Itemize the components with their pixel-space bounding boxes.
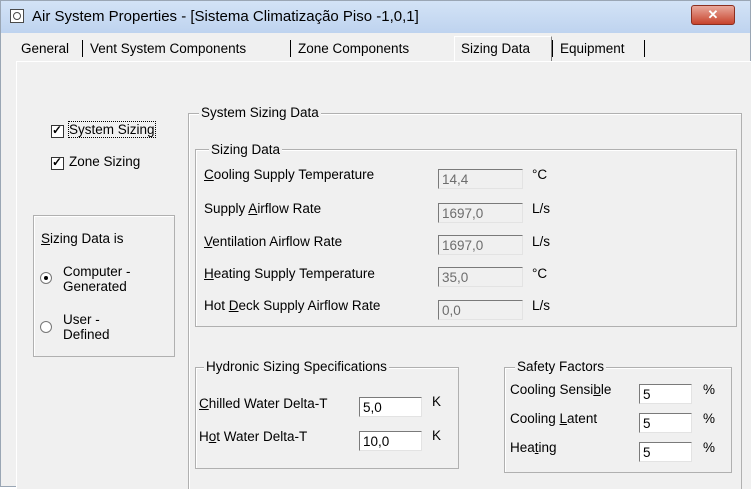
tab-equipment[interactable]: Equipment xyxy=(560,41,625,56)
sizing-data-title: Sizing Data xyxy=(209,142,283,157)
cooling-supply-temp-label: Cooling Supply Temperature xyxy=(204,167,375,182)
ventilation-airflow-rate-field[interactable]: 1697,0 xyxy=(438,235,523,255)
tab-separator xyxy=(290,40,291,57)
cooling-supply-temp-field[interactable]: 14,4 xyxy=(438,169,523,189)
system-sizing-label[interactable]: System Sizing xyxy=(68,121,156,138)
chilled-water-delta-t-label: Chilled Water Delta-T xyxy=(199,396,328,411)
user-defined-radio[interactable] xyxy=(40,321,52,333)
tab-separator xyxy=(644,40,645,57)
user-defined-label[interactable]: User - Defined xyxy=(63,312,110,342)
heating-supply-temp-label: Heating Supply Temperature xyxy=(204,266,375,281)
chilled-water-delta-t-field[interactable]: 5,0 xyxy=(359,397,422,417)
air-system-properties-dialog: Air System Properties - [Sistema Climati… xyxy=(0,0,751,489)
ventilation-airflow-rate-unit: L/s xyxy=(532,234,551,249)
cooling-sensible-label: Cooling Sensible xyxy=(510,382,612,397)
window-title: Air System Properties - [Sistema Climati… xyxy=(32,8,419,25)
system-sizing-data-title: System Sizing Data xyxy=(199,105,321,120)
hot-water-delta-t-field[interactable]: 10,0 xyxy=(359,431,422,451)
system-sizing-checkbox[interactable]: ✓ xyxy=(51,123,64,138)
radio-selected-dot xyxy=(44,276,48,280)
hot-water-delta-t-label: Hot Water Delta-T xyxy=(199,429,308,444)
hot-deck-supply-airflow-label: Hot Deck Supply Airflow Rate xyxy=(204,298,381,313)
cooling-latent-field[interactable]: 5 xyxy=(639,413,692,433)
hot-water-delta-t-unit: K xyxy=(432,428,442,443)
hot-deck-supply-airflow-unit: L/s xyxy=(532,298,551,313)
safety-factors-title: Safety Factors xyxy=(515,359,607,374)
tab-zone-components[interactable]: Zone Components xyxy=(298,41,409,56)
cooling-sensible-unit: % xyxy=(703,382,716,397)
supply-airflow-rate-label: Supply Airflow Rate xyxy=(204,201,322,216)
tab-separator xyxy=(552,40,553,57)
tab-sizing-data[interactable]: Sizing Data xyxy=(461,41,530,56)
check-icon: ✓ xyxy=(52,155,63,169)
zone-sizing-label[interactable]: Zone Sizing xyxy=(69,154,140,169)
tab-strip: General Vent System Components Zone Comp… xyxy=(1,33,750,62)
hot-deck-supply-airflow-field[interactable]: 0,0 xyxy=(438,300,523,320)
tab-separator xyxy=(82,40,83,57)
heating-label: Heating xyxy=(510,440,557,455)
tab-vent-system-components[interactable]: Vent System Components xyxy=(90,41,246,56)
title-bar[interactable]: Air System Properties - [Sistema Climati… xyxy=(1,1,750,33)
close-button[interactable]: ✕ xyxy=(691,5,735,25)
check-icon: ✓ xyxy=(52,123,63,137)
heating-unit: % xyxy=(703,440,716,455)
cooling-sensible-field[interactable]: 5 xyxy=(639,384,692,404)
heating-field[interactable]: 5 xyxy=(639,442,692,462)
cooling-latent-unit: % xyxy=(703,411,716,426)
supply-airflow-rate-field[interactable]: 1697,0 xyxy=(438,203,523,223)
computer-generated-label[interactable]: Computer - Generated xyxy=(63,264,131,294)
zone-sizing-checkbox[interactable]: ✓ xyxy=(51,155,64,170)
heating-supply-temp-field[interactable]: 35,0 xyxy=(438,267,523,287)
heating-supply-temp-unit: °C xyxy=(532,266,548,281)
sizing-data-is-label: Sizing Data is xyxy=(41,231,124,246)
cooling-supply-temp-unit: °C xyxy=(532,167,548,182)
app-icon xyxy=(10,9,24,23)
hydronic-sizing-title: Hydronic Sizing Specifications xyxy=(204,359,389,374)
cooling-latent-label: Cooling Latent xyxy=(510,411,598,426)
tab-general[interactable]: General xyxy=(21,41,69,56)
hydronic-sizing-group xyxy=(195,367,459,469)
chilled-water-delta-t-unit: K xyxy=(432,394,442,409)
supply-airflow-rate-unit: L/s xyxy=(532,201,551,216)
ventilation-airflow-rate-label: Ventilation Airflow Rate xyxy=(204,234,343,249)
computer-generated-radio[interactable] xyxy=(40,272,52,284)
